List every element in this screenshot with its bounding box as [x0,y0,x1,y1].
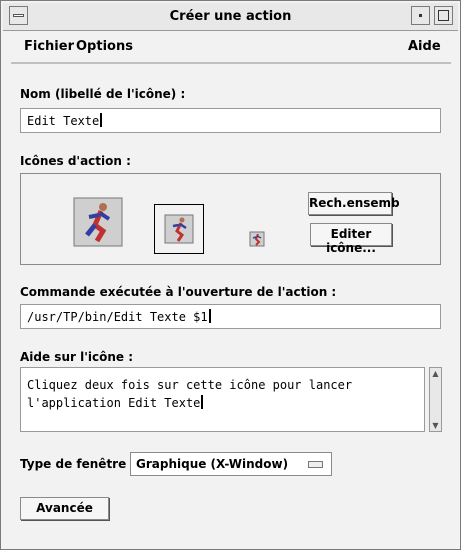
action-icons-panel: Rech.ensemb Editer icône... [20,173,441,265]
window-type-label: Type de fenêtre : [20,457,136,471]
help-text-line2: l'application Edit Texte [27,396,201,410]
window-type-value: Graphique (X-Window) [136,457,289,471]
name-input-value: Edit Texte [27,114,100,128]
menu-aide[interactable]: Aide [408,39,441,54]
text-cursor [100,113,103,127]
maximize-icon [438,10,449,21]
name-input[interactable]: Edit Texte [20,108,441,133]
selected-icon-frame[interactable] [154,204,204,254]
window-title: Créer une action [169,9,292,24]
maximize-button[interactable] [434,6,453,25]
command-input-value: /usr/TP/bin/Edit Texte $1 [27,310,208,324]
name-label: Nom (libellé de l'icône) : [20,87,186,101]
menu-fichier[interactable]: Fichier [24,39,74,54]
option-menu-icon [308,461,323,468]
edit-icon-button[interactable]: Editer icône... [310,223,392,255]
menu-fichier-label: Fichier [24,39,74,54]
minimize-icon [419,14,422,17]
menu-aide-label: Aide [408,39,441,54]
title-bar[interactable]: Créer une action [3,3,458,31]
menu-options-label: Options [76,39,133,54]
action-icons-label: Icônes d'action : [20,154,131,168]
menu-bar: Fichier Options Aide [11,34,451,64]
text-cursor [201,395,204,409]
help-label: Aide sur l'icône : [20,350,134,364]
window-type-select[interactable]: Graphique (X-Window) [130,452,332,476]
text-cursor [208,309,211,323]
minimize-button[interactable] [411,6,430,25]
help-text-line1: Cliquez deux fois sur cette icône pour l… [27,378,353,392]
scroll-up-icon[interactable]: ▲ [431,369,440,378]
runner-icon-medium [164,214,194,244]
find-set-button[interactable]: Rech.ensemb [308,192,400,215]
advanced-button[interactable]: Avancée [20,497,109,520]
scroll-down-icon[interactable]: ▼ [431,421,440,430]
help-textarea[interactable]: Cliquez deux fois sur cette icône pour l… [20,367,425,432]
command-label: Commande exécutée à l'ouverture de l'act… [20,285,337,299]
menu-options[interactable]: Options [76,39,133,54]
runner-icon-small[interactable] [249,231,265,247]
help-scrollbar[interactable]: ▲ ▼ [429,367,442,432]
command-input[interactable]: /usr/TP/bin/Edit Texte $1 [20,304,441,329]
runner-icon-large[interactable] [73,197,123,247]
create-action-window: Créer une action Fichier Options Aide No… [0,0,461,550]
